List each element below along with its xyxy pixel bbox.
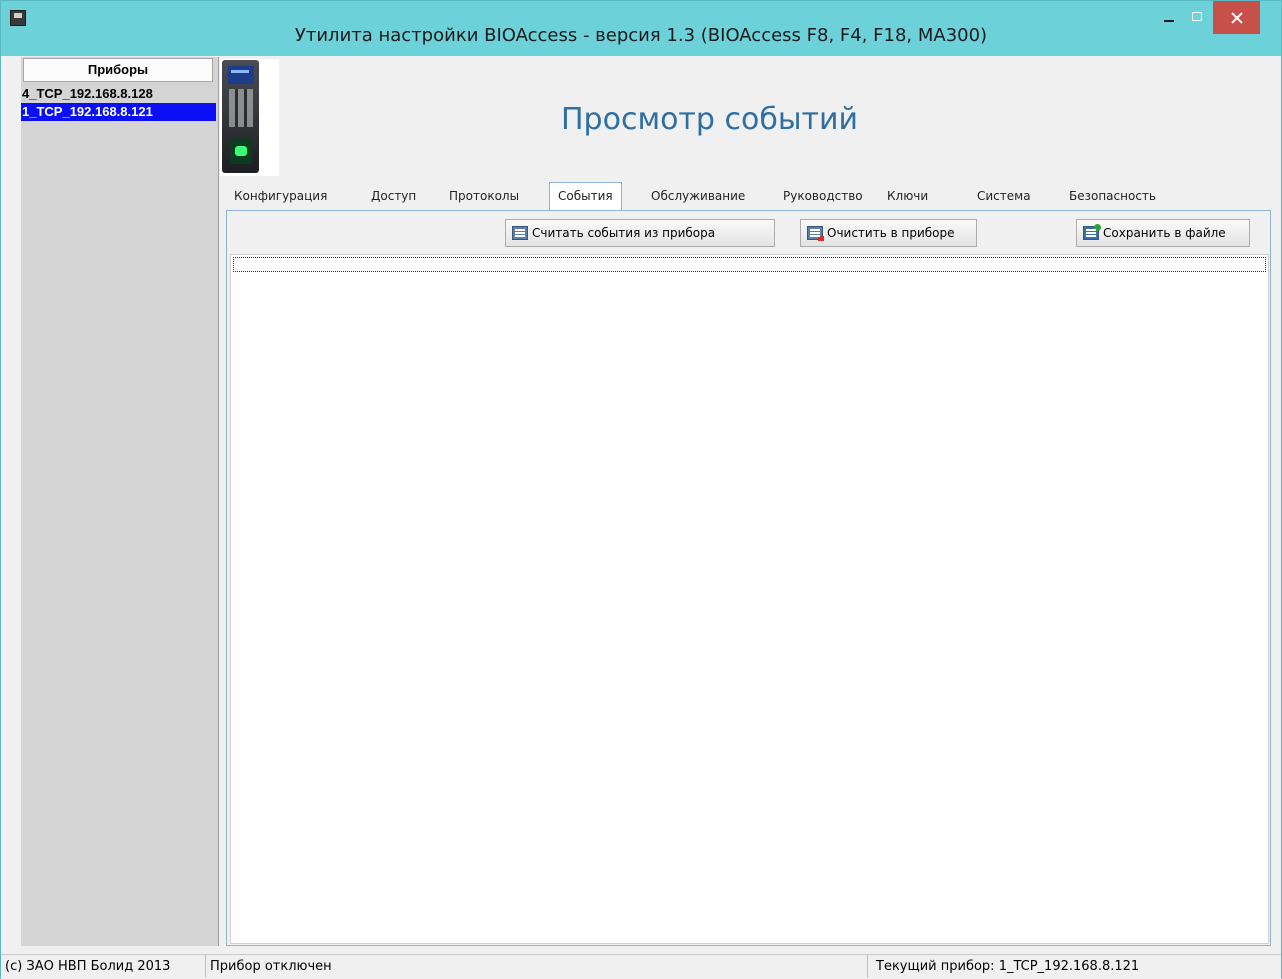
read-events-label: Считать события из прибора xyxy=(532,226,716,240)
tab-manual[interactable]: Руководство xyxy=(783,189,863,203)
minimize-button[interactable] xyxy=(1155,1,1183,34)
devices-sidebar: Приборы 4_TCP_192.168.8.128 1_TCP_192.16… xyxy=(21,57,219,946)
clear-device-label: Очистить в приборе xyxy=(827,226,955,240)
tab-bar: Конфигурация Доступ Протоколы События Об… xyxy=(222,179,1272,212)
status-copyright: (c) ЗАО НВП Болид 2013 xyxy=(1,955,206,978)
device-list-item-selected[interactable]: 1_TCP_192.168.8.121 xyxy=(21,103,216,121)
tab-security[interactable]: Безопасность xyxy=(1069,189,1156,203)
maximize-button[interactable] xyxy=(1184,1,1212,34)
save-file-label: Сохранить в файле xyxy=(1103,226,1226,240)
page-title: Просмотр событий xyxy=(561,102,858,137)
devices-header[interactable]: Приборы xyxy=(23,58,213,82)
read-list-icon xyxy=(512,226,528,240)
biometric-terminal-image xyxy=(222,60,259,173)
focus-row[interactable] xyxy=(233,257,1266,272)
status-connection: Прибор отключен xyxy=(206,955,868,978)
tab-access[interactable]: Доступ xyxy=(371,189,416,203)
clear-list-icon xyxy=(807,226,824,241)
tab-keys[interactable]: Ключи xyxy=(887,189,928,203)
tab-system[interactable]: Система xyxy=(977,189,1031,203)
clear-device-button[interactable]: Очистить в приборе xyxy=(800,219,977,247)
main-window: Утилита настройки BIOAccess - версия 1.3… xyxy=(0,0,1282,979)
title-bar[interactable]: Утилита настройки BIOAccess - версия 1.3… xyxy=(1,1,1281,56)
read-events-button[interactable]: Считать события из прибора xyxy=(505,219,775,247)
close-button[interactable] xyxy=(1213,1,1260,34)
save-file-button[interactable]: Сохранить в файле xyxy=(1076,219,1250,247)
save-icon xyxy=(1083,224,1101,240)
events-list[interactable] xyxy=(230,254,1269,944)
device-list-item[interactable]: 4_TCP_192.168.8.128 xyxy=(21,85,216,103)
device-photo xyxy=(220,59,279,176)
window-title: Утилита настройки BIOAccess - версия 1.3… xyxy=(294,25,988,46)
tab-maintenance[interactable]: Обслуживание xyxy=(651,189,745,203)
tab-configuration[interactable]: Конфигурация xyxy=(234,189,327,203)
tab-protocols[interactable]: Протоколы xyxy=(449,189,519,203)
status-current-device: Текущий прибор: 1_TCP_192.168.8.121 xyxy=(876,959,1140,974)
status-bar: (c) ЗАО НВП Болид 2013 Прибор отключен Т… xyxy=(1,954,1281,979)
tab-events[interactable]: События xyxy=(549,182,622,212)
app-floppy-icon[interactable] xyxy=(10,10,26,26)
